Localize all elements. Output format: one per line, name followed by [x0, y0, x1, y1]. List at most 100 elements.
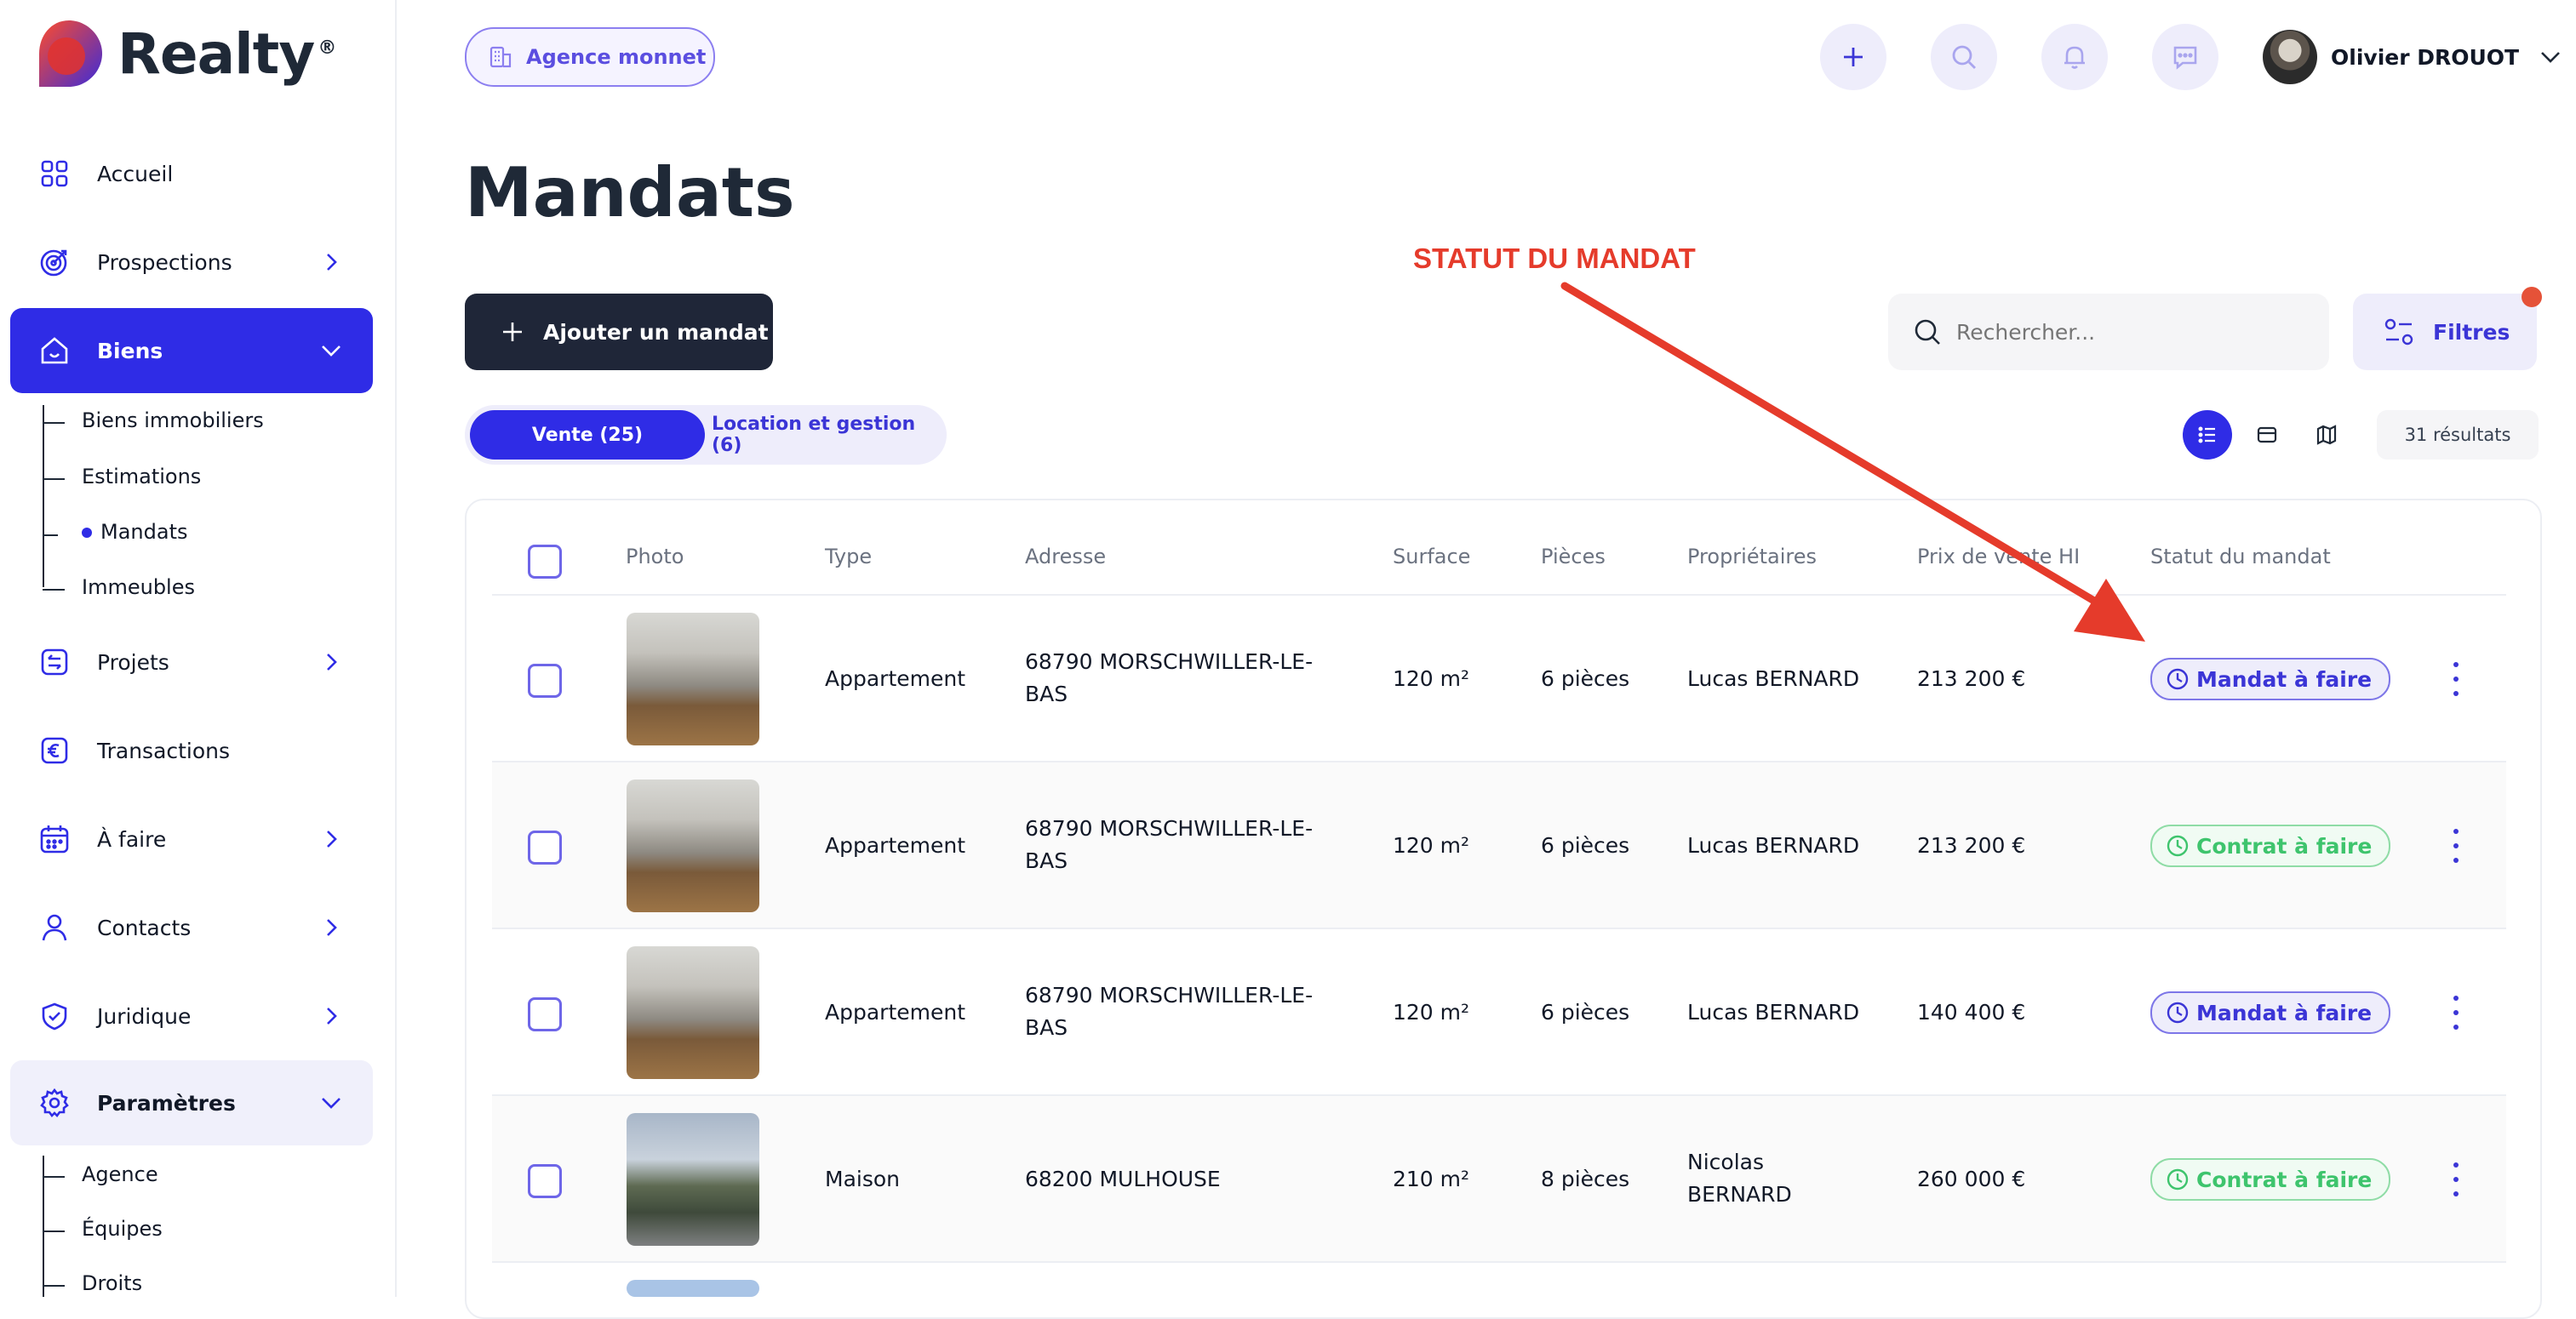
column-header-adresse[interactable]: Adresse	[1025, 545, 1106, 568]
user-name: Olivier DROUOT	[2331, 44, 2520, 70]
chevron-right-icon	[327, 254, 337, 271]
search-icon	[1952, 45, 1976, 69]
sidebar-item-projets[interactable]: Projets	[10, 620, 373, 705]
transaction-type-tabs: Vente (25) Location et gestion (6)	[465, 405, 947, 465]
column-header-prix[interactable]: Prix de vente HI	[1917, 545, 2080, 568]
search-icon	[1915, 319, 1940, 345]
submenu-item-mandats[interactable]: Mandats	[100, 520, 187, 544]
status-badge[interactable]: Contrat à faire	[2150, 1158, 2391, 1201]
cell-type: Appartement	[825, 833, 966, 858]
property-photo	[627, 613, 759, 745]
row-checkbox[interactable]	[528, 1164, 562, 1198]
filters-button[interactable]: Filtres	[2353, 294, 2537, 370]
cell-surface: 120 m²	[1393, 1000, 1470, 1025]
table-row[interactable]	[492, 1261, 2506, 1299]
realty-logo-icon	[31, 15, 107, 92]
property-photo	[627, 1113, 759, 1246]
status-badge[interactable]: Mandat à faire	[2150, 991, 2391, 1034]
sidebar-item-juridique[interactable]: Juridique	[10, 974, 373, 1059]
cell-type: Appartement	[825, 666, 966, 691]
submenu-item-biens-immobiliers[interactable]: Biens immobiliers	[82, 408, 264, 432]
row-checkbox[interactable]	[528, 997, 562, 1031]
sidebar-item-accueil[interactable]: Accueil	[10, 131, 373, 216]
submenu-item-equipes[interactable]: Équipes	[82, 1217, 163, 1241]
status-badge[interactable]: Contrat à faire	[2150, 825, 2391, 867]
row-menu-button[interactable]	[2443, 662, 2469, 696]
agency-selector-button[interactable]: Agence monnet	[465, 27, 715, 87]
bell-icon	[2064, 46, 2085, 69]
tree-branch	[43, 422, 65, 424]
euro-icon	[37, 734, 72, 768]
sidebar-item-label: Paramètres	[97, 1090, 236, 1116]
page-title: Mandats	[465, 153, 795, 232]
building-icon	[489, 45, 512, 69]
cell-surface: 210 m²	[1393, 1167, 1470, 1191]
sidebar-item-biens[interactable]: Biens	[10, 308, 373, 393]
property-photo	[627, 779, 759, 912]
column-header-statut[interactable]: Statut du mandat	[2150, 545, 2331, 568]
submenu-item-droits[interactable]: Droits	[82, 1271, 142, 1295]
property-photo	[627, 1280, 759, 1297]
column-header-type[interactable]: Type	[825, 545, 872, 568]
tree-branch	[43, 1230, 65, 1232]
row-checkbox[interactable]	[528, 664, 562, 698]
user-menu[interactable]: Olivier DROUOT	[2263, 24, 2563, 90]
list-icon	[2198, 426, 2215, 443]
search-input[interactable]	[1955, 318, 2298, 345]
search-field[interactable]	[1888, 294, 2329, 370]
sidebar-item-label: Juridique	[97, 1003, 192, 1029]
tab-location-gestion[interactable]: Location et gestion (6)	[712, 410, 942, 460]
clock-icon	[2167, 668, 2189, 690]
column-header-proprietaires[interactable]: Propriétaires	[1687, 545, 1817, 568]
home-icon	[37, 334, 72, 368]
row-menu-button[interactable]	[2443, 829, 2469, 863]
status-badge[interactable]: Mandat à faire	[2150, 658, 2391, 700]
select-all-checkbox[interactable]	[528, 545, 562, 579]
sidebar-item-a-faire[interactable]: À faire	[10, 797, 373, 882]
add-mandate-label: Ajouter un mandat	[543, 319, 769, 345]
agency-name: Agence monnet	[526, 45, 707, 69]
add-button[interactable]	[1820, 24, 1886, 90]
sidebar-item-contacts[interactable]: Contacts	[10, 885, 373, 970]
chat-icon	[2173, 46, 2197, 70]
plus-icon	[1844, 48, 1863, 66]
brand-logo[interactable]: Realty ®	[31, 15, 336, 92]
filter-active-badge	[2522, 287, 2542, 307]
cell-price: 140 400 €	[1917, 1000, 2026, 1025]
sidebar-item-prospections[interactable]: Prospections	[10, 220, 373, 305]
row-checkbox[interactable]	[528, 831, 562, 865]
tab-vente[interactable]: Vente (25)	[470, 410, 705, 460]
cell-price: 260 000 €	[1917, 1167, 2026, 1191]
plus-icon	[503, 323, 522, 341]
sidebar-item-transactions[interactable]: Transactions	[10, 708, 373, 793]
submenu-item-immeubles[interactable]: Immeubles	[82, 575, 195, 599]
cell-owner: Lucas BERNARD	[1687, 833, 1860, 858]
grid-icon	[37, 157, 72, 191]
user-icon	[37, 911, 72, 945]
submenu-item-agence[interactable]: Agence	[82, 1162, 158, 1186]
brand-name: Realty ®	[117, 20, 336, 87]
column-header-surface[interactable]: Surface	[1393, 545, 1470, 568]
list-view-button[interactable]	[2183, 410, 2232, 460]
notifications-button[interactable]	[2041, 24, 2108, 90]
map-view-button[interactable]	[2302, 410, 2351, 460]
add-mandate-button[interactable]: Ajouter un mandat	[465, 294, 773, 370]
cell-address: 68200 MULHOUSE	[1025, 1167, 1221, 1191]
row-menu-button[interactable]	[2443, 1162, 2469, 1196]
tree-branch	[43, 478, 65, 480]
column-header-pieces[interactable]: Pièces	[1541, 545, 1606, 568]
sidebar-item-parametres[interactable]: Paramètres	[10, 1060, 373, 1145]
chevron-right-icon	[327, 654, 337, 671]
chevron-right-icon	[327, 919, 337, 936]
card-view-button[interactable]	[2242, 410, 2292, 460]
messages-button[interactable]	[2152, 24, 2218, 90]
clock-icon	[2167, 835, 2189, 857]
submenu-tree-line	[43, 405, 44, 587]
chevron-right-icon	[327, 831, 337, 848]
row-menu-button[interactable]	[2443, 996, 2469, 1030]
search-button[interactable]	[1931, 24, 1997, 90]
submenu-item-estimations[interactable]: Estimations	[82, 465, 201, 488]
calendar-icon	[37, 822, 72, 856]
map-icon	[2316, 425, 2337, 445]
clock-icon	[2167, 1168, 2189, 1191]
